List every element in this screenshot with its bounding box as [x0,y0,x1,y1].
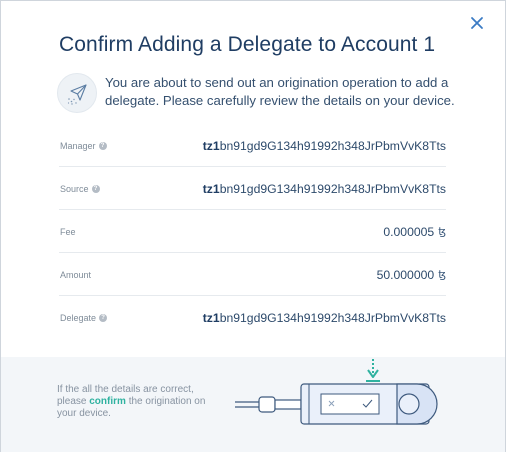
tez-icon: ꜩ [438,226,446,238]
delegate-address: tz1 bn91gd9G134h91992h348JrPbmVvK8Tts [203,296,446,339]
delegate-label: Delegate? [60,296,108,339]
source-address-body: bn91gd9G134h91992h348JrPbmVvK8Tts [219,181,446,196]
ledger-device-illustration [235,359,438,425]
fee-value: 0.000005 ꜩ [383,210,446,253]
fee-amount: 0.000005 [383,224,435,239]
source-address: tz1 bn91gd9G134h91992h348JrPbmVvK8Tts [203,167,446,210]
dialog-title: Confirm Adding a Delegate to Account 1 [59,33,436,56]
source-address-prefix: tz1 [202,181,220,196]
fee-row: Fee 0.000005 ꜩ [59,210,446,253]
amount-number: 50.000000 [376,267,435,282]
delegate-row: Delegate? tz1 bn91gd9G134h91992h348JrPbmV… [59,296,446,339]
amount-label: Amount [60,269,92,280]
close-icon[interactable] [469,15,485,31]
tez-icon: ꜩ [438,269,446,281]
manager-label: Manager? [60,124,107,167]
delegate-address-prefix: tz1 [202,310,220,325]
source-label: Source? [60,167,100,210]
manager-row: Manager? tz1 bn91gd9G134h91992h348JrPbmVv… [59,124,446,167]
fee-label: Fee [60,226,76,237]
amount-row: Amount 50.000000 ꜩ [59,253,446,296]
device-instructions-text: If the all the details are correct, plea… [57,384,206,419]
paper-plane-icon [57,73,97,113]
confirm-highlight: confirm [89,396,126,407]
confirm-delegate-dialog: Confirm Adding a Delegate to Account 1 Y… [0,0,506,452]
manager-address-prefix: tz1 [202,138,220,153]
manager-address: tz1 bn91gd9G134h91992h348JrPbmVvK8Tts [203,124,446,167]
help-icon[interactable]: ? [98,141,107,150]
device-instructions-panel: If the all the details are correct, plea… [1,357,505,452]
amount-value: 50.000000 ꜩ [377,253,446,296]
details-list: Manager? tz1 bn91gd9G134h91992h348JrPbmVv… [59,124,446,339]
manager-address-body: bn91gd9G134h91992h348JrPbmVvK8Tts [219,138,446,153]
delegate-address-body: bn91gd9G134h91992h348JrPbmVvK8Tts [219,310,446,325]
help-icon[interactable]: ? [91,184,100,193]
source-row: Source? tz1 bn91gd9G134h91992h348JrPbmVvK… [59,167,446,210]
intro-message: You are about to send out an origination… [105,75,455,108]
help-icon[interactable]: ? [99,313,108,322]
